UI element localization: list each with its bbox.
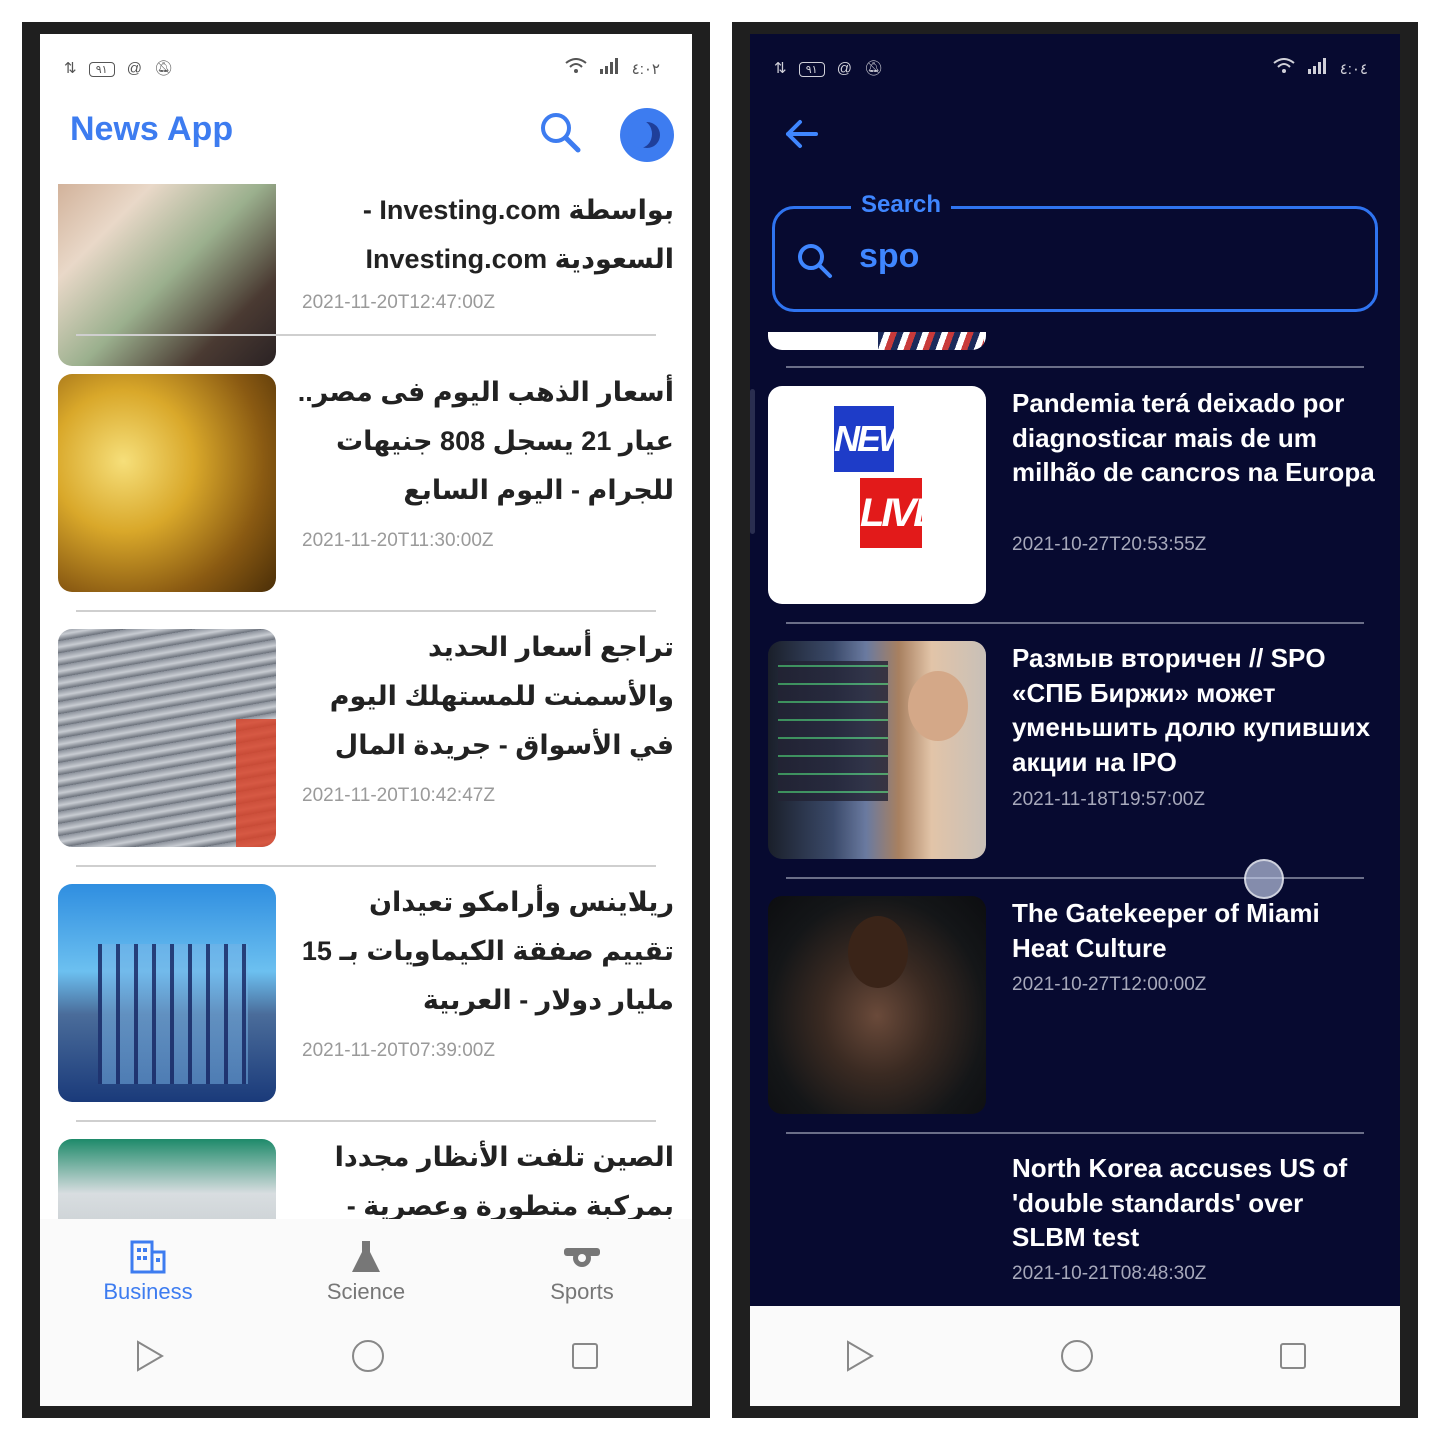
nav-label: Science [326,1279,406,1304]
article-thumbnail [58,374,276,592]
home-circle-icon[interactable] [1060,1339,1094,1373]
article-date: 2021-11-20T11:30:00Z [302,530,494,551]
article-date: 2021-11-20T07:39:00Z [302,1040,495,1061]
at-icon: @ [836,60,852,77]
clock: ٤:٠٤ [1339,61,1368,78]
back-triangle-icon[interactable] [842,1339,876,1373]
article-title: Pandemia terá deixado por diagnosticar m… [1012,388,1375,487]
status-right: ٤:٠٢ [565,58,668,78]
divider [786,1132,1364,1134]
status-right: ٤:٠٤ [1273,58,1376,78]
article-date: 2021-10-21T08:48:30Z [1012,1263,1207,1284]
theme-toggle-button[interactable] [620,108,674,162]
signal-arrow-icon: ⇅ [774,60,787,77]
bell-off-icon: 🔕︎ [154,60,174,77]
article-title: North Korea accuses US of 'double standa… [1012,1153,1348,1252]
whistle-icon [502,1239,662,1275]
article-date: 2021-10-27T12:00:00Z [1012,974,1207,995]
athlete-photo [768,896,986,1114]
divider [76,610,656,612]
search-label: Search [851,191,952,219]
recents-square-icon[interactable] [1278,1341,1308,1371]
news-live-logo: NEWS LIVE [768,386,986,604]
wifi-icon [565,58,591,78]
search-button[interactable] [536,108,584,156]
system-navigation-bar [40,1306,692,1406]
article-title: The Gatekeeper of Miami Heat Culture [1012,898,1320,963]
news-item[interactable]: ريلاينس وأرامكو تعيدان تقييم صفقة الكيما… [40,884,692,1139]
article-thumbnail [58,629,276,847]
home-circle-icon[interactable] [351,1339,385,1373]
system-navigation-bar [750,1306,1400,1406]
moon-icon [628,120,660,148]
divider [76,865,656,867]
divider [786,366,1364,368]
status-left: ⇅ ٩١ @ 🔕︎ [64,59,181,77]
signal-arrow-icon: ⇅ [64,60,77,77]
recents-square-icon[interactable] [570,1341,600,1371]
business-icon [68,1239,228,1275]
article-thumbnail [58,1139,276,1219]
news-item[interactable]: North Korea accuses US of 'double standa… [750,1151,1400,1322]
battery-indicator: ٩١ [88,62,115,77]
article-title: ريلاينس وأرامكو تعيدان تقييم صفقة الكيما… [301,887,674,1015]
status-bar: ⇅ ٩١ @ 🔕︎ ٤:٠٢ [64,56,668,80]
search-icon [541,113,581,153]
article-title: الصين تلفت الأنظار مجددا بمركبة متطورة و… [334,1142,674,1219]
wifi-icon [1273,58,1299,78]
search-screen: ⇅ ٩١ @ 🔕︎ ٤:٠٤ Search spo NEWS LIVE Pand… [750,34,1400,1406]
article-date: 2021-11-20T12:47:00Z [302,292,495,313]
nav-label: Sports [550,1279,614,1304]
clock: ٤:٠٢ [631,61,660,78]
logo-news-text: NEWS [834,406,933,472]
left-phone-frame: ⇅ ٩١ @ 🔕︎ ٤:٠٢ News App بواسطة Investing… [22,22,710,1418]
touch-indicator [1244,859,1284,899]
news-item[interactable]: تراجع أسعار الحديد والأسمنت للمستهلك الي… [40,629,692,884]
search-icon [798,244,832,278]
flask-icon [286,1239,446,1275]
search-results-list[interactable]: NEWS LIVE Pandemia terá deixado por diag… [750,332,1400,1322]
bell-off-icon: 🔕︎ [864,60,884,77]
article-title: أسعار الذهب اليوم فى مصر.. عيار 21 يسجل … [297,377,674,505]
article-title: تراجع أسعار الحديد والأسمنت للمستهلك الي… [329,632,674,760]
nav-label: Business [103,1279,193,1304]
divider [76,334,656,336]
back-button[interactable] [782,114,822,154]
right-phone-frame: ⇅ ٩١ @ 🔕︎ ٤:٠٤ Search spo NEWS LIVE Pand… [732,22,1418,1418]
divider [76,1120,656,1122]
nav-sports[interactable]: Sports [502,1239,662,1305]
news-app-screen: ⇅ ٩١ @ 🔕︎ ٤:٠٢ News App بواسطة Investing… [40,34,692,1406]
cell-signal-icon [599,58,623,78]
article-title: Размыв вторичен // SPO «СПБ Биржи» может… [1012,643,1371,777]
news-item[interactable]: The Gatekeeper of Miami Heat Culture 202… [750,896,1400,1151]
status-bar: ⇅ ٩١ @ 🔕︎ ٤:٠٤ [774,56,1376,80]
trader-photo [768,641,986,859]
news-item[interactable]: الصين تلفت الأنظار مجددا بمركبة متطورة و… [40,1139,692,1219]
nav-business[interactable]: Business [68,1239,228,1305]
article-thumbnail [768,332,986,350]
bottom-navigation: Business Science Sports [40,1219,692,1319]
nav-science[interactable]: Science [286,1239,446,1305]
search-input[interactable]: spo [859,237,919,276]
article-title: بواسطة Investing.com - السعودية Investin… [362,195,674,274]
news-list[interactable]: بواسطة Investing.com - السعودية Investin… [40,184,692,1219]
at-icon: @ [126,60,142,77]
back-triangle-icon[interactable] [132,1339,166,1373]
article-date: 2021-11-20T10:42:47Z [302,785,495,806]
article-thumbnail [58,884,276,1102]
article-thumbnail [58,184,276,366]
app-title: News App [70,110,234,148]
battery-indicator: ٩١ [798,62,825,77]
cell-signal-icon [1307,58,1331,78]
arrow-left-icon [786,120,818,148]
news-item[interactable]: Размыв вторичен // SPO «СПБ Биржи» может… [750,641,1400,899]
article-date: 2021-11-18T19:57:00Z [1012,789,1205,810]
article-date: 2021-10-27T20:53:55Z [1012,534,1207,555]
divider [786,622,1364,624]
status-left: ⇅ ٩١ @ 🔕︎ [774,59,891,77]
search-field[interactable]: Search spo [772,191,1378,312]
news-item[interactable]: NEWS LIVE Pandemia terá deixado por diag… [750,386,1400,641]
news-item[interactable]: أسعار الذهب اليوم فى مصر.. عيار 21 يسجل … [40,374,692,629]
logo-live-text: LIVE [860,478,940,548]
